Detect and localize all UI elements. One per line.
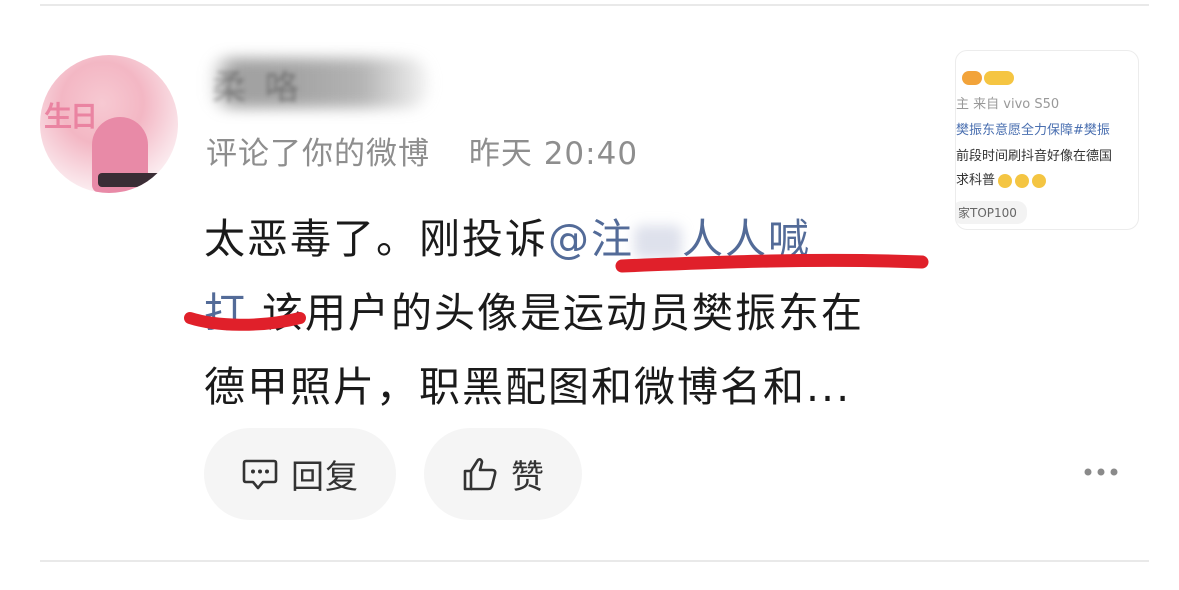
user-badges [962,71,1014,85]
action-text: 评论了你的微博 [206,136,430,172]
like-button[interactable]: 赞 [424,428,582,520]
thumbs-up-icon [461,456,499,492]
emoji-icon [1015,173,1030,188]
content-line3-text: 德甲照片，职黑配图和微博名和... [204,363,852,411]
level-badge-icon [962,71,982,85]
post-text-line3: 求科普 [956,169,1047,188]
emoji-icon [1032,173,1047,188]
post-text-line2: 前段时间刷抖音好像在德国 [956,149,1113,164]
timestamp: 昨天 20:40 [468,136,639,172]
username[interactable]: 柔 咯 [212,60,303,109]
post-rank-tag: 家TOP100 [956,201,1027,224]
reply-button[interactable]: 回复 [204,428,396,520]
mention-end: 人人喊 [682,215,811,263]
mention-tail: 打 [204,289,247,337]
like-label: 赞 [511,457,545,496]
mention-start: @注 [548,215,634,263]
post-topic: 樊振东意愿全力保障#樊振 [956,123,1110,138]
comment-icon [241,456,279,492]
content-line1-text: 太恶毒了。刚投诉 [204,215,548,263]
emoji-icon [998,173,1013,188]
avatar-decoration-text: 生日 [44,100,98,133]
post-source: 主 来自 vivo S50 [956,97,1060,112]
more-options-button[interactable] [1082,460,1122,484]
avatar[interactable]: 生日 [40,55,178,193]
comment-meta: 评论了你的微博 昨天 20:40 [206,128,666,173]
content-line2-text: 该用户的头像是运动员樊振东在 [247,289,865,337]
more-dots-icon [1084,468,1118,476]
original-post-card[interactable]: 主 来自 vivo S50 樊振东意愿全力保障#樊振 前段时间刷抖音好像在德国 … [955,50,1139,230]
mention-redaction [634,225,682,259]
top-divider [40,4,1149,6]
reply-label: 回复 [291,457,359,496]
avatar-band [98,173,162,187]
comment-content: 太恶毒了。刚投诉@注 人人喊打 该用户的头像是运动员樊振东在 德甲照片，职黑配图和… [204,202,894,424]
bottom-divider [40,560,1149,562]
crown-badge-icon [984,71,1014,85]
